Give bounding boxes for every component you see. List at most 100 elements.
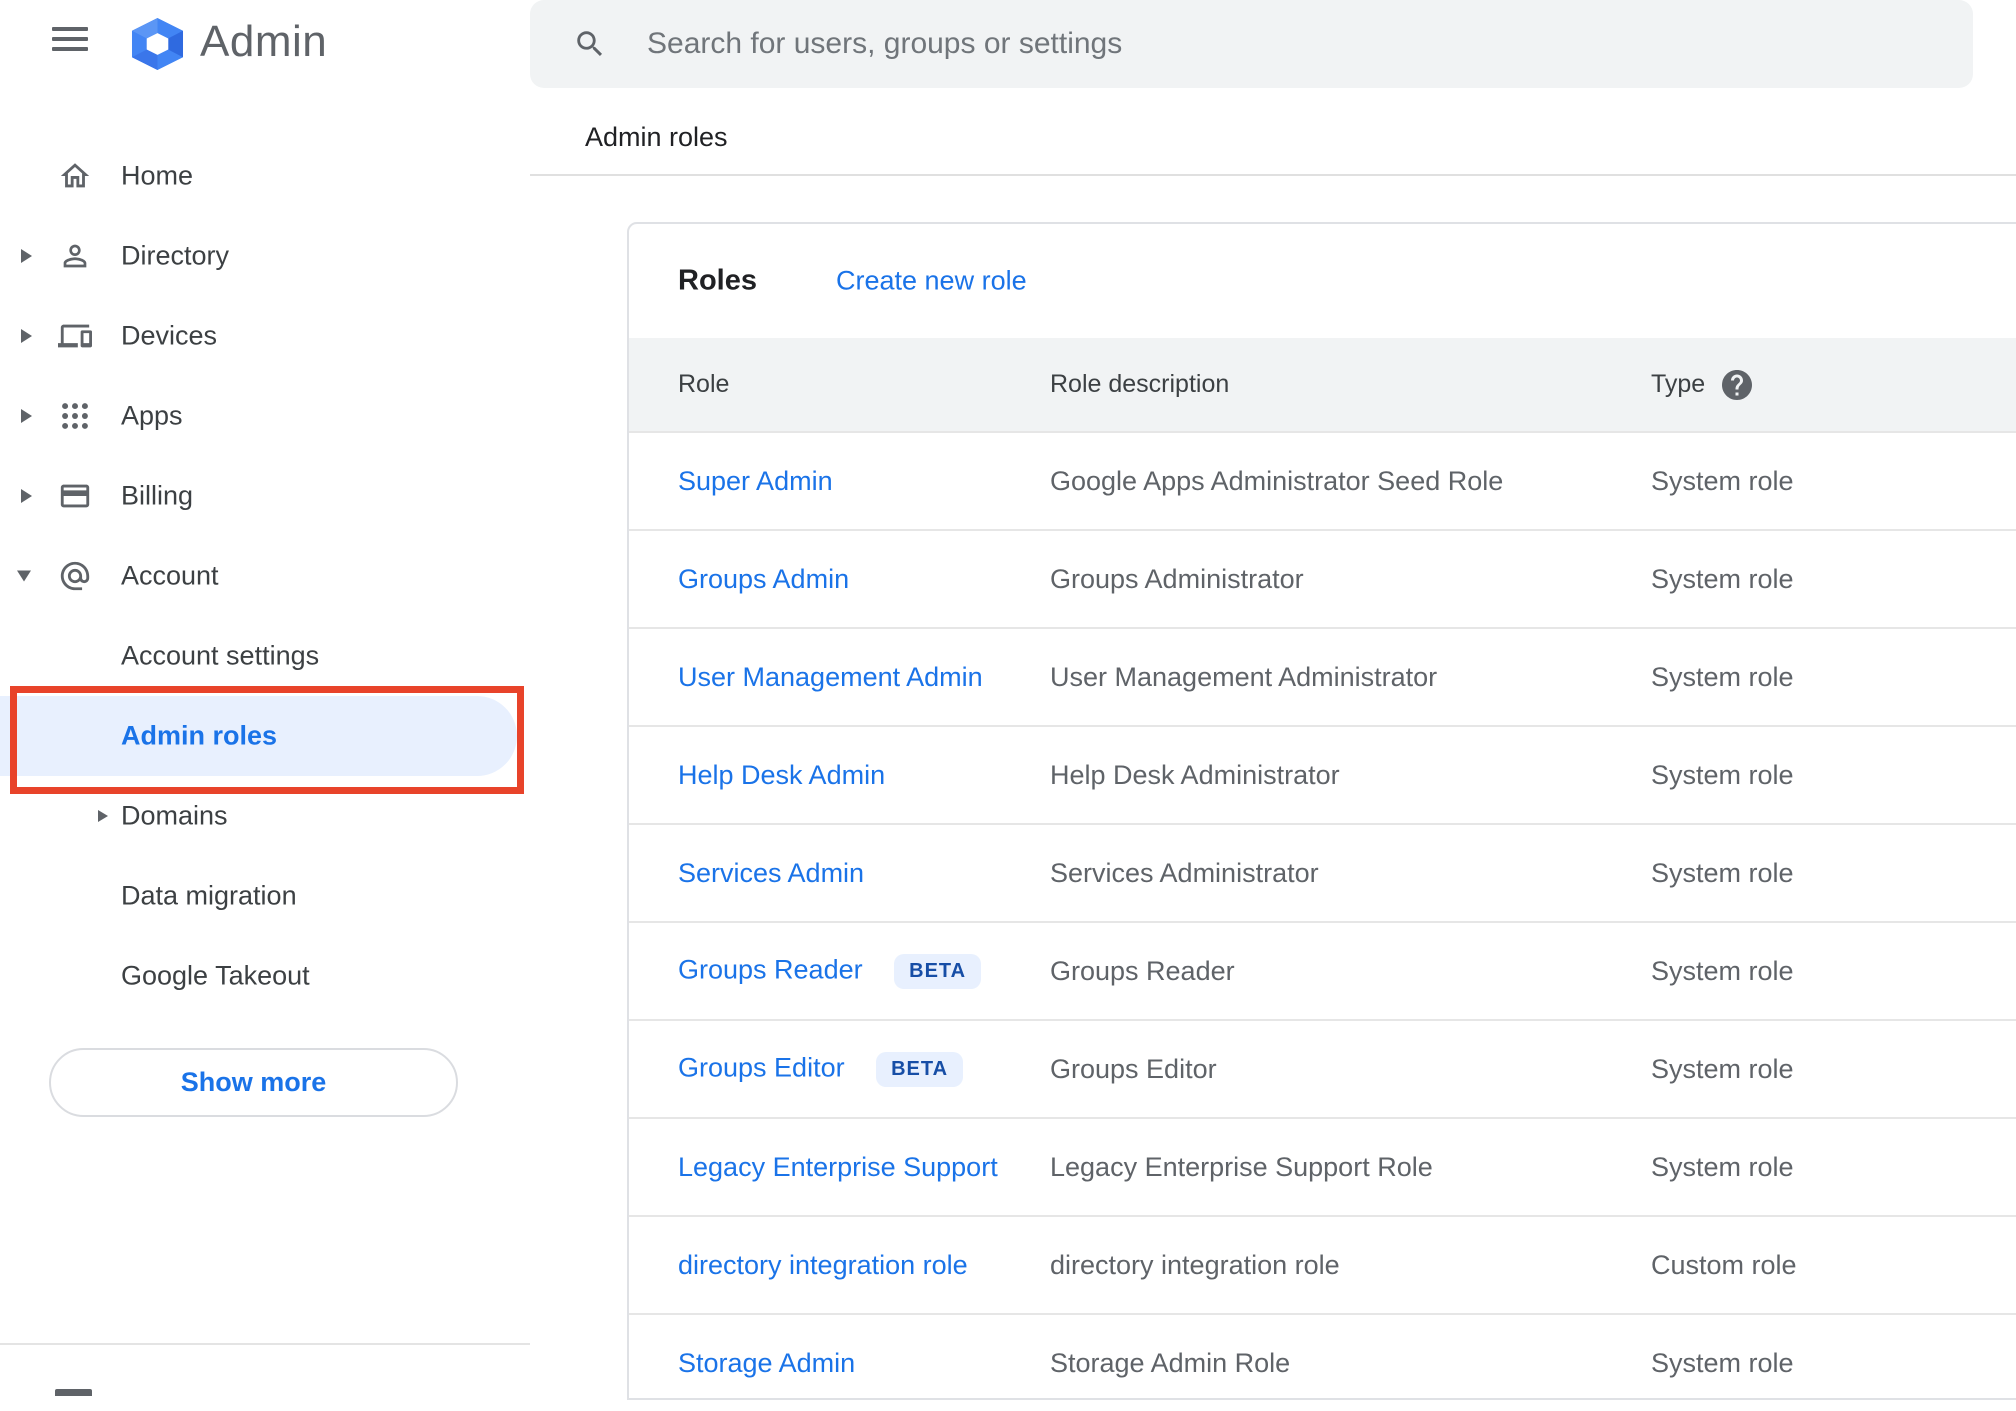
create-new-role-link[interactable]: Create new role (836, 266, 1027, 297)
table-row: Help Desk Admin Help Desk Administrator … (629, 725, 2016, 823)
sidebar-item-account-settings[interactable]: Account settings (0, 616, 530, 696)
role-link[interactable]: Super Admin (678, 466, 833, 496)
sidebar-item-google-takeout[interactable]: Google Takeout (0, 936, 530, 1016)
sidebar-item-label: Data migration (121, 880, 297, 911)
sidebar-item-label: Admin roles (121, 720, 278, 751)
table-row: Services Admin Services Administrator Sy… (629, 823, 2016, 921)
sidebar-item-label: Directory (121, 240, 230, 271)
role-type: System role (1651, 563, 1794, 594)
role-type: System role (1651, 857, 1794, 888)
sidebar-item-label: Domains (121, 800, 228, 831)
sidebar-item-domains[interactable]: Domains (0, 776, 530, 856)
role-link[interactable]: Groups Admin (678, 564, 849, 594)
sidebar-item-label: Account (121, 560, 219, 591)
table-row: Groups Admin Groups Administrator System… (629, 529, 2016, 627)
sidebar-item-label: Google Takeout (121, 960, 310, 991)
beta-badge: BETA (894, 953, 982, 989)
role-type: System role (1651, 465, 1794, 496)
column-header-description: Role description (1050, 370, 1230, 398)
role-description: Groups Reader (1050, 955, 1235, 986)
chevron-right-icon[interactable] (21, 489, 32, 503)
chevron-right-icon[interactable] (21, 249, 32, 263)
role-description: Services Administrator (1050, 857, 1319, 888)
role-link[interactable]: Services Admin (678, 858, 864, 888)
menu-icon[interactable] (52, 27, 88, 53)
header-divider (530, 174, 2016, 176)
main-content: Admin roles Roles Create new role Role R… (530, 0, 2016, 1400)
role-description: Legacy Enterprise Support Role (1050, 1151, 1433, 1182)
role-type: System role (1651, 1053, 1794, 1084)
sidebar-nav: Home Directory Devices Apps Billing Acco… (0, 136, 530, 1016)
roles-table-body: Super Admin Google Apps Administrator Se… (629, 431, 2016, 1411)
sidebar-item-devices[interactable]: Devices (0, 296, 530, 376)
help-icon[interactable] (1719, 367, 1755, 403)
search-bar[interactable] (530, 0, 1973, 88)
chevron-down-icon[interactable] (17, 570, 31, 582)
role-link[interactable]: Storage Admin (678, 1348, 855, 1378)
role-link[interactable]: directory integration role (678, 1250, 968, 1280)
chevron-right-icon[interactable] (21, 329, 32, 343)
sidebar-item-admin-roles[interactable]: Admin roles (0, 696, 530, 776)
table-row: Groups Reader BETA Groups Reader System … (629, 921, 2016, 1019)
admin-logo-icon[interactable] (128, 18, 187, 75)
breadcrumb[interactable]: Admin roles (585, 122, 728, 153)
sidebar-item-label: Home (121, 160, 194, 191)
role-description: Google Apps Administrator Seed Role (1050, 465, 1504, 496)
show-more-button[interactable]: Show more (49, 1048, 458, 1117)
role-type: Custom role (1651, 1249, 1797, 1280)
role-type: System role (1651, 759, 1794, 790)
sidebar-item-label: Devices (121, 320, 218, 351)
table-row: User Management Admin User Management Ad… (629, 627, 2016, 725)
column-header-type: Type (1651, 367, 2016, 403)
table-row: Storage Admin Storage Admin Role System … (629, 1313, 2016, 1411)
role-type: System role (1651, 661, 1794, 692)
roles-card-header: Roles Create new role (629, 224, 2016, 338)
roles-card: Roles Create new role Role Role descript… (627, 222, 2016, 1400)
role-type: System role (1651, 1347, 1794, 1378)
role-link[interactable]: Help Desk Admin (678, 760, 885, 790)
role-link[interactable]: Groups Editor (678, 1052, 845, 1082)
table-row: directory integration role directory int… (629, 1215, 2016, 1313)
beta-badge: BETA (876, 1051, 964, 1087)
search-icon (577, 31, 603, 57)
role-description: Groups Administrator (1050, 563, 1304, 594)
table-row: Legacy Enterprise Support Legacy Enterpr… (629, 1117, 2016, 1215)
table-row: Groups Editor BETA Groups Editor System … (629, 1019, 2016, 1117)
person-icon (58, 239, 92, 273)
chevron-right-icon[interactable] (98, 810, 108, 822)
role-link[interactable]: User Management Admin (678, 662, 983, 692)
logo-text: Admin (200, 17, 328, 66)
sidebar-item-billing[interactable]: Billing (0, 456, 530, 536)
role-description: Help Desk Administrator (1050, 759, 1340, 790)
search-input[interactable] (647, 27, 1847, 61)
card-title: Roles (678, 264, 757, 297)
role-description: Groups Editor (1050, 1053, 1217, 1084)
role-description: directory integration role (1050, 1249, 1340, 1280)
column-header-role: Role (678, 370, 730, 398)
sidebar-item-home[interactable]: Home (0, 136, 530, 216)
role-description: User Management Administrator (1050, 661, 1438, 692)
sidebar-item-directory[interactable]: Directory (0, 216, 530, 296)
role-link[interactable]: Groups Reader (678, 954, 863, 984)
sidebar-item-label: Billing (121, 480, 194, 511)
credit-card-icon (58, 479, 92, 513)
sidebar-item-apps[interactable]: Apps (0, 376, 530, 456)
sidebar-item-data-migration[interactable]: Data migration (0, 856, 530, 936)
sidebar-item-account[interactable]: Account (0, 536, 530, 616)
role-type: System role (1651, 955, 1794, 986)
devices-icon (58, 319, 92, 353)
chevron-right-icon[interactable] (21, 409, 32, 423)
sidebar-item-label: Account settings (121, 640, 320, 671)
app-header: Admin (0, 0, 530, 88)
role-link[interactable]: Legacy Enterprise Support (678, 1152, 998, 1182)
role-description: Storage Admin Role (1050, 1347, 1291, 1378)
home-icon (58, 159, 92, 193)
table-row: Super Admin Google Apps Administrator Se… (629, 431, 2016, 529)
role-type: System role (1651, 1151, 1794, 1182)
table-header-row: Role Role description Type (629, 338, 2016, 431)
sidebar: Admin Home Directory Devices Apps Billin… (0, 0, 530, 1396)
sidebar-item-label: Apps (121, 400, 183, 431)
sidebar-divider (0, 1343, 530, 1345)
partial-bottom-icon (55, 1389, 92, 1396)
at-sign-icon (58, 559, 92, 593)
